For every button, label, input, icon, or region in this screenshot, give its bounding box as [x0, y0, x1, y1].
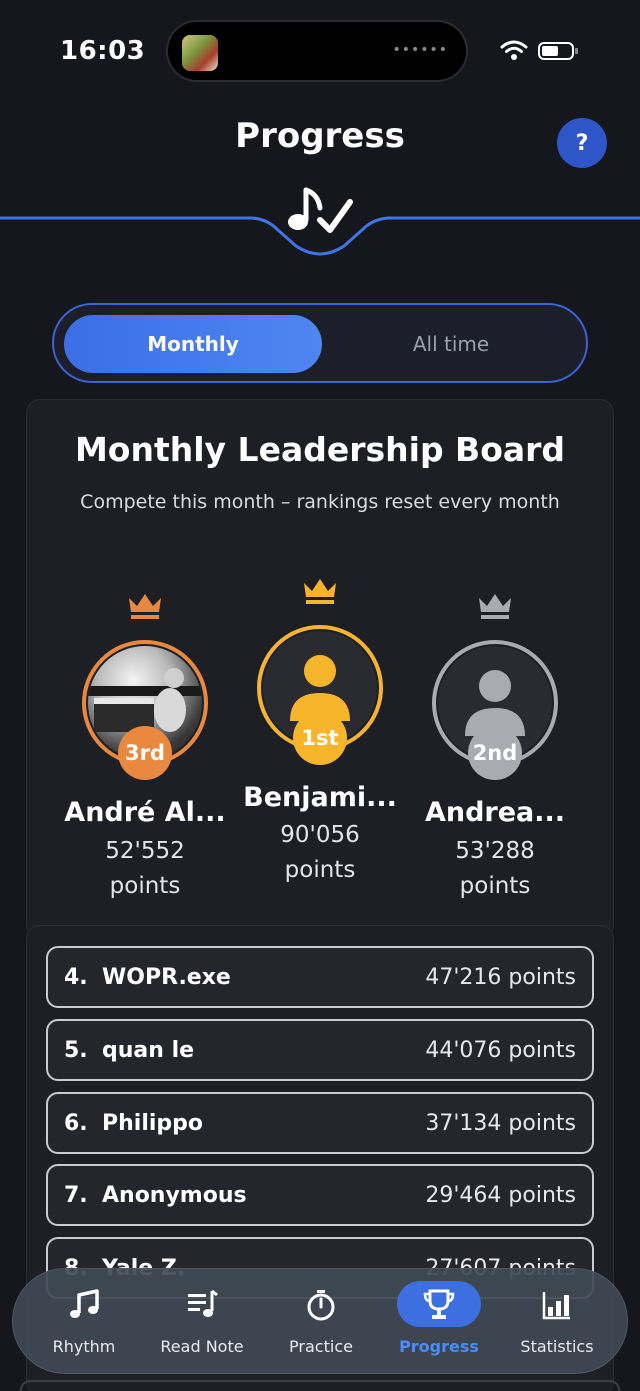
row-points: 29'464 points	[425, 1182, 576, 1208]
page-title: Progress	[235, 116, 405, 156]
trophy-icon	[423, 1289, 455, 1319]
music-note-icon	[70, 1289, 99, 1318]
row-name: Philippo	[102, 1110, 204, 1136]
row-rank: 7.	[64, 1182, 88, 1208]
tab-all-time[interactable]: All time	[322, 315, 580, 373]
podium-points-unit-2nd: points	[459, 873, 531, 899]
tab-label: Practice	[289, 1337, 353, 1356]
podium-name-2nd: Andrea...	[424, 797, 566, 828]
wifi-icon	[500, 40, 528, 60]
row-rank: 5.	[64, 1037, 88, 1063]
tab-rhythm[interactable]: Rhythm	[25, 1269, 143, 1375]
rank-badge-3rd: 3rd	[118, 726, 172, 780]
board-subtitle: Compete this month – rankings reset ever…	[80, 491, 560, 513]
music-check-icon	[288, 187, 353, 233]
row-points: 37'134 points	[425, 1110, 576, 1136]
period-segmented-control: Monthly All time	[52, 303, 588, 383]
battery-icon	[538, 42, 578, 60]
podium-name-1st: Benjami...	[243, 782, 397, 813]
dynamic-island[interactable]: ••••••	[166, 20, 468, 82]
table-row[interactable]: 6. Philippo 37'134 points	[46, 1092, 594, 1154]
board-title: Monthly Leadership Board	[74, 430, 566, 469]
next-row-edge	[20, 1380, 620, 1391]
row-name: quan le	[102, 1037, 195, 1063]
tab-label: Progress	[399, 1337, 479, 1356]
tab-progress[interactable]: Progress	[380, 1269, 498, 1375]
gold-crown-icon	[304, 579, 336, 604]
row-points: 44'076 points	[425, 1037, 576, 1063]
table-row[interactable]: 7. Anonymous 29'464 points	[46, 1164, 594, 1226]
podium-points-2nd: 53'288	[455, 838, 535, 864]
read-note-icon	[188, 1289, 218, 1317]
tab-label: Statistics	[520, 1337, 594, 1356]
rank-badge-2nd: 2nd	[468, 726, 522, 780]
rank-badge-1st: 1st	[293, 711, 347, 765]
tab-label: Read Note	[160, 1337, 244, 1356]
status-time: 16:03	[60, 36, 146, 66]
tab-monthly[interactable]: Monthly	[64, 315, 322, 373]
help-button[interactable]: ?	[557, 118, 607, 168]
stopwatch-icon	[307, 1290, 335, 1321]
bronze-crown-icon	[129, 594, 161, 619]
podium-points-unit-1st: points	[284, 857, 356, 883]
tab-read-note[interactable]: Read Note	[143, 1269, 261, 1375]
row-rank: 4.	[64, 964, 88, 990]
row-name: Anonymous	[102, 1182, 247, 1208]
table-row[interactable]: 4. WOPR.exe 47'216 points	[46, 946, 594, 1008]
status-bar: 16:03 ••••••	[0, 0, 640, 100]
tab-practice[interactable]: Practice	[262, 1269, 380, 1375]
bottom-tab-bar: Rhythm Read Note Practice Progress Stati…	[12, 1268, 628, 1374]
silver-crown-icon	[479, 594, 511, 619]
row-rank: 6.	[64, 1110, 88, 1136]
podium-points-1st: 90'056	[280, 822, 360, 848]
table-row[interactable]: 5. quan le 44'076 points	[46, 1019, 594, 1081]
podium-points-unit-3rd: points	[109, 873, 181, 899]
bar-chart-icon	[542, 1292, 570, 1320]
row-name: WOPR.exe	[102, 964, 231, 990]
podium-points-3rd: 52'552	[105, 838, 185, 864]
row-points: 47'216 points	[425, 964, 576, 990]
tab-label: Rhythm	[52, 1337, 116, 1356]
podium-name-3rd: André Al...	[64, 797, 226, 828]
island-dots: ••••••	[392, 42, 448, 58]
now-playing-thumbnail	[182, 35, 218, 71]
tab-statistics[interactable]: Statistics	[498, 1269, 616, 1375]
